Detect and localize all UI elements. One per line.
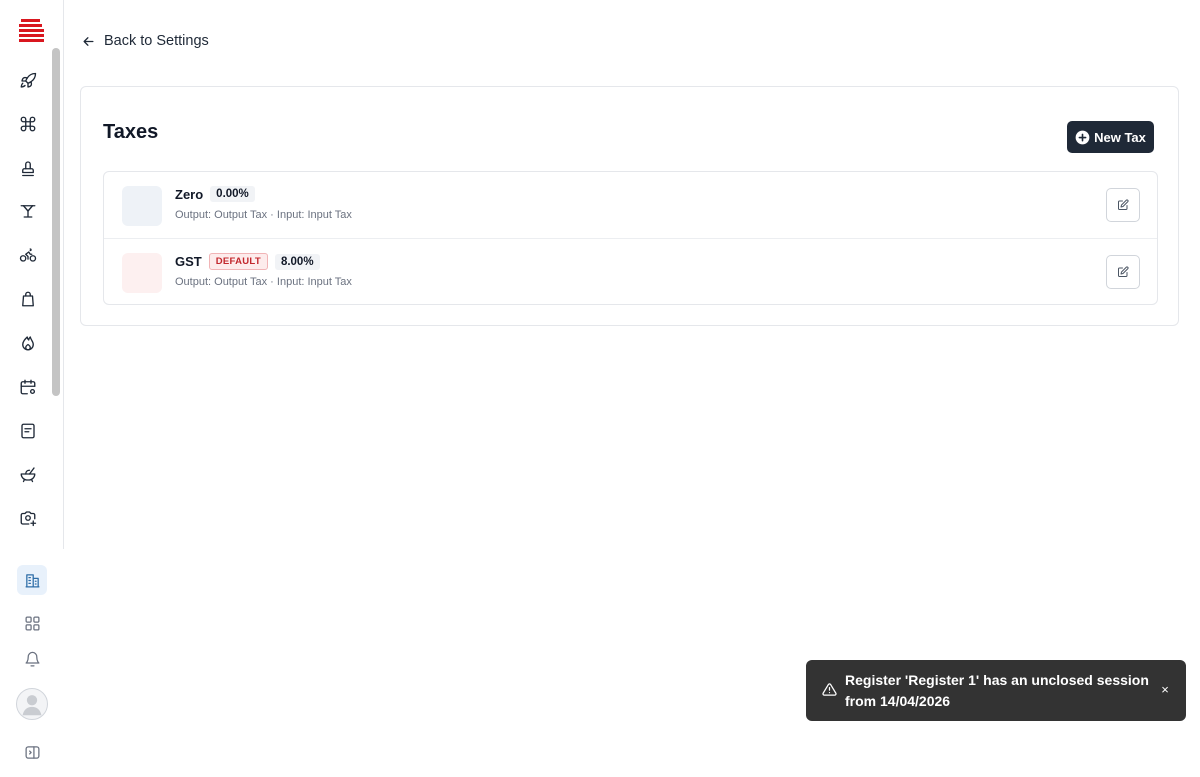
plus-circle-icon (1075, 130, 1090, 144)
toast-message: Register 'Register 1' has an unclosed se… (845, 672, 1149, 709)
food-bowl-icon[interactable] (17, 463, 39, 485)
tax-details: Output: Output Tax · Input: Input Tax (175, 276, 352, 288)
page-title: Taxes (103, 121, 159, 143)
taxes-card: Taxes New Tax Zero 0.00% Output: Output … (80, 86, 1179, 326)
user-silhouette-icon (22, 695, 42, 716)
warning-icon (822, 683, 837, 696)
cocktail-table-icon[interactable] (17, 200, 39, 222)
edit-icon (1118, 266, 1129, 277)
tax-name: Zero (175, 186, 204, 202)
sidebar (0, 0, 64, 777)
tax-details: Output: Output Tax · Input: Input Tax (175, 209, 352, 221)
new-tax-button-label: New Tax (1094, 129, 1146, 145)
tax-row[interactable]: Zero 0.00% Output: Output Tax · Input: I… (104, 172, 1157, 238)
calendar-settings-icon[interactable] (17, 376, 39, 398)
edit-tax-button[interactable] (1106, 255, 1140, 289)
sidebar-scrollbar[interactable] (52, 48, 60, 396)
tax-row[interactable]: GST DEFAULT 8.00% Output: Output Tax · I… (104, 238, 1157, 304)
edit-icon (1118, 199, 1129, 210)
tax-color-swatch (122, 253, 162, 293)
shopping-bag-icon[interactable] (17, 288, 39, 310)
flame-icon[interactable] (17, 332, 39, 354)
command-icon[interactable] (17, 113, 39, 135)
tax-rate-badge: 0.00% (210, 186, 255, 202)
new-tax-button[interactable]: New Tax (1067, 121, 1154, 153)
bell-icon[interactable] (17, 644, 47, 674)
tax-list: Zero 0.00% Output: Output Tax · Input: I… (103, 171, 1158, 305)
arrow-left-icon (83, 36, 94, 46)
tax-color-swatch (122, 186, 162, 226)
building-icon[interactable] (17, 565, 47, 595)
back-to-settings-link[interactable]: Back to Settings (81, 33, 209, 49)
stamp-icon[interactable] (17, 157, 39, 179)
tax-rate-badge: 8.00% (274, 253, 320, 270)
expand-panel-icon[interactable] (17, 737, 47, 767)
edit-tax-button[interactable] (1106, 188, 1140, 222)
close-icon[interactable]: × (1158, 682, 1172, 698)
bicycle-icon[interactable] (17, 244, 39, 266)
brand-logo[interactable] (18, 18, 44, 44)
camera-plus-icon[interactable] (17, 507, 39, 529)
sidebar-nav (0, 0, 64, 549)
tax-name: GST (175, 254, 202, 269)
default-badge: DEFAULT (208, 253, 268, 270)
receipt-icon[interactable] (17, 420, 39, 442)
user-avatar[interactable] (16, 688, 48, 720)
rocket-icon[interactable] (17, 70, 39, 92)
toast-notification: Register 'Register 1' has an unclosed se… (806, 660, 1186, 721)
apps-grid-icon[interactable] (17, 608, 47, 638)
back-link-label: Back to Settings (104, 33, 209, 49)
